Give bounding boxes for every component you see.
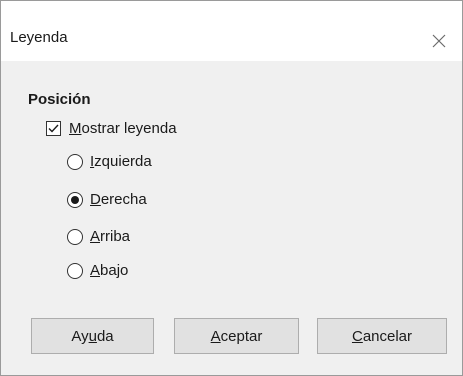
checkmark-icon [48,124,59,133]
radio-right-label: Derecha [90,191,147,208]
position-section-title: Posición [28,91,91,108]
close-button[interactable] [416,21,462,61]
title-bar: Leyenda [1,1,462,61]
ok-button[interactable]: Aceptar [174,318,299,354]
radio-selected-dot [71,195,79,204]
show-legend-checkbox[interactable] [46,121,61,136]
radio-top-button[interactable] [67,228,83,245]
dialog-title: Leyenda [10,29,68,46]
help-button[interactable]: Ay u da [31,318,154,354]
dialog-content: Posición Mostrar leyenda Izquierda Derec… [1,61,462,375]
cancel-button[interactable]: Cancelar [317,318,447,354]
show-legend-checkbox-row[interactable]: Mostrar leyenda [46,120,177,137]
legend-dialog: Leyenda Posición Mostrar leyenda Izquier… [0,0,463,376]
radio-top[interactable]: Arriba [67,228,130,245]
radio-left-label: Izquierda [90,153,152,170]
close-icon [432,34,446,48]
radio-right[interactable]: Derecha [67,191,147,208]
radio-bottom[interactable]: Abajo [67,262,128,279]
radio-left-button[interactable] [67,153,83,170]
show-legend-label: Mostrar leyenda [69,120,177,137]
radio-right-button[interactable] [67,191,83,208]
radio-left[interactable]: Izquierda [67,153,152,170]
radio-bottom-button[interactable] [67,262,83,279]
radio-bottom-label: Abajo [90,262,129,279]
radio-top-label: Arriba [90,228,131,245]
